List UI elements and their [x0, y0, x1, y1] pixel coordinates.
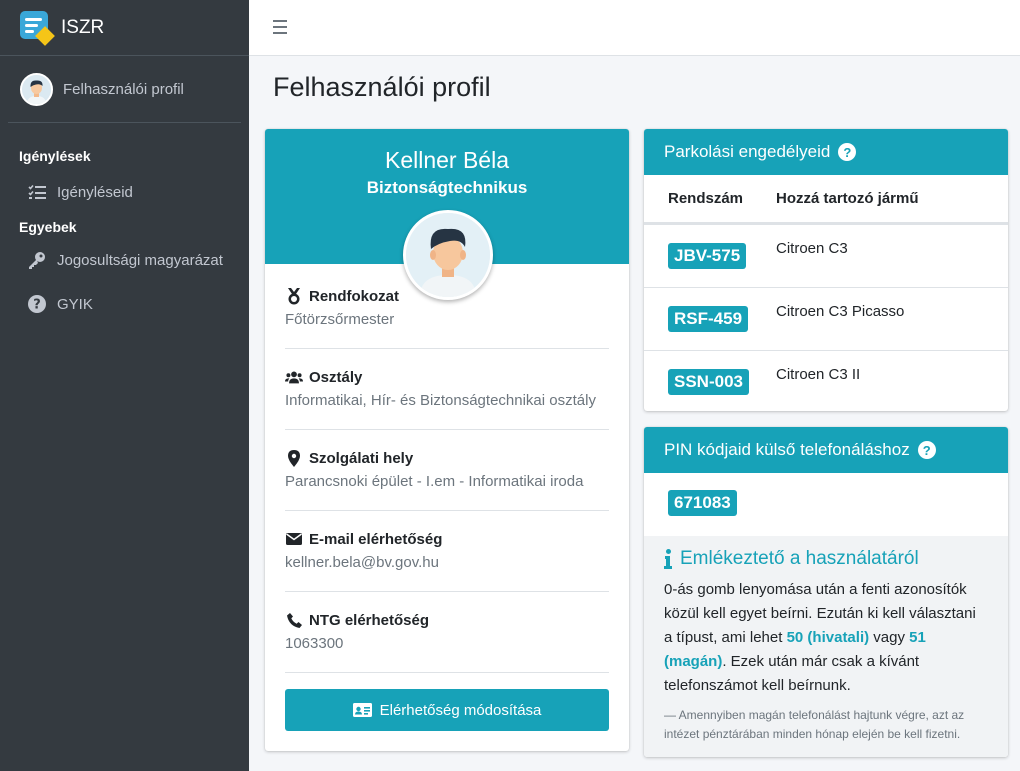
nav-header-igenylesek: Igénylések: [19, 148, 91, 164]
envelope-icon: [285, 530, 303, 548]
note-title-text: Emlékeztető a használatáról: [680, 548, 919, 569]
svg-text:?: ?: [33, 298, 41, 313]
info-value-text: Főtörzsőrmester: [285, 311, 395, 328]
id-card-icon: [352, 703, 372, 717]
sidebar-user-name: Felhasználói profil: [63, 80, 184, 98]
sidebar-user-panel[interactable]: Felhasználói profil: [8, 56, 241, 123]
brand-logo-icon: [20, 11, 55, 46]
info-ntg: NTG elérhetőség 1063300: [285, 611, 609, 653]
divider: [285, 348, 609, 349]
info-osztaly: Osztály Informatikai, Hír- és Biztonságt…: [285, 368, 609, 409]
phone-icon: [285, 611, 303, 629]
usage-note: Emlékeztető a használatáról 0-ás gomb le…: [644, 536, 1008, 757]
info-value-text: Informatikai, Hír- és Biztonságtechnikai…: [285, 392, 596, 409]
sidebar-item-gyik[interactable]: ? GYIK: [0, 282, 249, 326]
sidebar-item-label: Igényléseid: [57, 183, 133, 201]
vehicle-name: Citroen C3: [776, 239, 848, 257]
info-szolgalati-hely: Szolgálati hely Parancsnoki épület - I.e…: [285, 449, 609, 490]
divider: [285, 429, 609, 430]
sidebar-item-label: GYIK: [57, 295, 93, 313]
info-label-text: Szolgálati hely: [309, 449, 414, 467]
column-header: Hozzá tartozó jármű: [776, 190, 919, 207]
info-value-text: Parancsnoki épület - I.em - Informatikai…: [285, 473, 584, 490]
parking-card-title: Parkolási engedélyeid: [664, 142, 831, 161]
question-circle-icon: ?: [27, 294, 47, 314]
plate-badge: SSN-003: [668, 369, 749, 395]
sidebar-item-jogosultsagi[interactable]: Jogosultsági magyarázat: [0, 238, 249, 282]
sidebar: ISZR Felhasználói profil Igénylések Igén…: [0, 0, 249, 771]
brand-text: ISZR: [61, 16, 105, 38]
brand-link[interactable]: ISZR: [0, 0, 249, 56]
key-icon: [27, 250, 47, 270]
plate-badge: RSF-459: [668, 306, 749, 332]
divider: [285, 672, 609, 673]
profile-name: Kellner Béla: [384, 147, 510, 173]
pin-card: PIN kódjaid külső telefonáláshoz ? 67108…: [644, 427, 1008, 757]
info-label-text: E-mail elérhetőség: [309, 530, 443, 548]
user-avatar: [20, 72, 53, 106]
column-header: Rendszám: [668, 190, 744, 207]
medal-icon: [285, 287, 303, 305]
info-label-text: NTG elérhetőség: [309, 611, 430, 629]
page-title: Felhasználói profil: [273, 72, 491, 102]
top-navbar: [249, 0, 1020, 56]
pin-card-title: PIN kódjaid külső telefonáláshoz: [664, 440, 910, 459]
edit-contact-button-label: Elérhetőség módosítása: [379, 701, 542, 719]
plate-badge: JBV-575: [668, 243, 747, 269]
note-text-part: vagy: [869, 629, 910, 646]
profile-card: Kellner Béla Biztonságtechnikus Rendfoko…: [265, 129, 629, 751]
menu-toggle-icon[interactable]: [273, 20, 287, 34]
note-text: 0-ás gomb lenyomása után a fenti azonosí…: [664, 578, 988, 698]
parking-table-header: Rendszám Hozzá tartozó jármű: [644, 175, 1008, 224]
parking-card-header: Parkolási engedélyeid ?: [644, 129, 1008, 175]
help-icon[interactable]: ?: [917, 441, 936, 459]
note-footnote: — Amennyiben magán telefonálást hajtunk …: [664, 708, 965, 741]
help-icon[interactable]: ?: [838, 143, 857, 161]
info-label-text: Osztály: [309, 368, 363, 386]
vehicle-name: Citroen C3 II: [776, 365, 861, 383]
table-row: RSF-459 Citroen C3 Picasso: [644, 287, 1008, 350]
divider: [285, 591, 609, 592]
divider: [285, 510, 609, 511]
sidebar-item-igenyleseid[interactable]: Igényléseid: [0, 170, 249, 214]
note-highlight-official: 50 (hivatali): [786, 629, 870, 646]
info-icon: [664, 549, 672, 569]
note-title: Emlékeztető a használatáról: [664, 548, 988, 570]
edit-contact-button[interactable]: Elérhetőség módosítása: [285, 689, 609, 731]
info-email: E-mail elérhetőség kellner.bela@bv.gov.h…: [285, 530, 609, 572]
map-marker-icon: [285, 449, 303, 467]
pin-code-badge: 671083: [668, 489, 737, 516]
info-label-text: Rendfokozat: [309, 287, 399, 305]
info-rendfokozat: Rendfokozat Főtörzsőrmester: [285, 287, 609, 328]
profile-position: Biztonságtechnikus: [366, 178, 528, 197]
pin-card-header: PIN kódjaid külső telefonáláshoz ?: [644, 427, 1008, 473]
pin-body: 671083: [644, 473, 1008, 536]
tasks-icon: [27, 182, 47, 202]
users-icon: [285, 368, 303, 386]
table-row: JBV-575 Citroen C3: [644, 224, 1008, 287]
sidebar-item-label: Jogosultsági magyarázat: [57, 251, 223, 269]
info-value-text: 1063300: [285, 635, 344, 652]
info-value-text: kellner.bela@bv.gov.hu: [285, 554, 439, 571]
table-row: SSN-003 Citroen C3 II: [644, 350, 1008, 411]
vehicle-name: Citroen C3 Picasso: [776, 302, 905, 320]
parking-card: Parkolási engedélyeid ? Rendszám Hozzá t…: [644, 129, 1008, 411]
nav-header-egyebek: Egyebek: [19, 219, 77, 235]
